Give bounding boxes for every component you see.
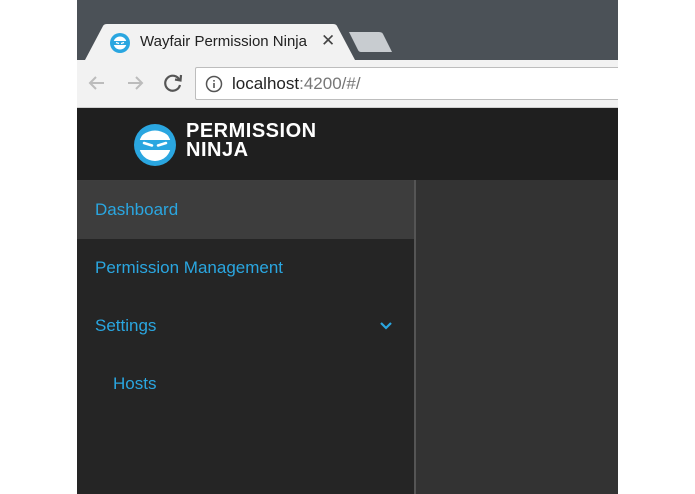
tab-strip: Wayfair Permission Ninja ✕ bbox=[77, 0, 618, 60]
back-arrow-icon[interactable] bbox=[85, 71, 109, 95]
ninja-logo-icon bbox=[134, 124, 176, 166]
browser-window: Wayfair Permission Ninja ✕ localhost:420… bbox=[77, 0, 618, 494]
main-content bbox=[416, 180, 618, 494]
sidebar-item-settings[interactable]: Settings bbox=[77, 297, 414, 355]
sidebar-item-permission-management[interactable]: Permission Management bbox=[77, 239, 414, 297]
new-tab-button[interactable] bbox=[349, 30, 393, 54]
chevron-down-icon[interactable] bbox=[379, 321, 393, 331]
ninja-favicon-icon bbox=[110, 33, 130, 53]
info-icon[interactable] bbox=[205, 75, 223, 93]
sidebar-item-label: Hosts bbox=[113, 374, 157, 393]
tab-close-icon[interactable]: ✕ bbox=[321, 31, 335, 51]
url-path: :4200/#/ bbox=[299, 74, 361, 93]
sidebar-item-label: Dashboard bbox=[95, 200, 179, 219]
address-bar[interactable]: localhost:4200/#/ bbox=[195, 67, 618, 100]
logo-line-2: NINJA bbox=[186, 139, 249, 161]
sidebar-item-hosts[interactable]: Hosts bbox=[77, 355, 414, 413]
app-header: PERMISSION NINJA bbox=[77, 108, 618, 180]
reload-icon[interactable] bbox=[161, 71, 185, 95]
url-host: localhost bbox=[232, 74, 300, 93]
sidebar: Dashboard Permission Management Settings… bbox=[77, 180, 414, 494]
browser-toolbar: localhost:4200/#/ bbox=[77, 60, 618, 108]
sidebar-item-label: Settings bbox=[95, 316, 157, 335]
logo-wordmark: PERMISSION NINJA bbox=[186, 121, 317, 161]
sidebar-item-dashboard[interactable]: Dashboard bbox=[77, 181, 414, 239]
url-text: localhost:4200/#/ bbox=[232, 74, 361, 94]
browser-tab[interactable]: Wayfair Permission Ninja ✕ bbox=[85, 24, 355, 60]
tab-title: Wayfair Permission Ninja bbox=[140, 33, 307, 50]
forward-arrow-icon[interactable] bbox=[123, 71, 147, 95]
sidebar-item-label: Permission Management bbox=[95, 258, 284, 277]
